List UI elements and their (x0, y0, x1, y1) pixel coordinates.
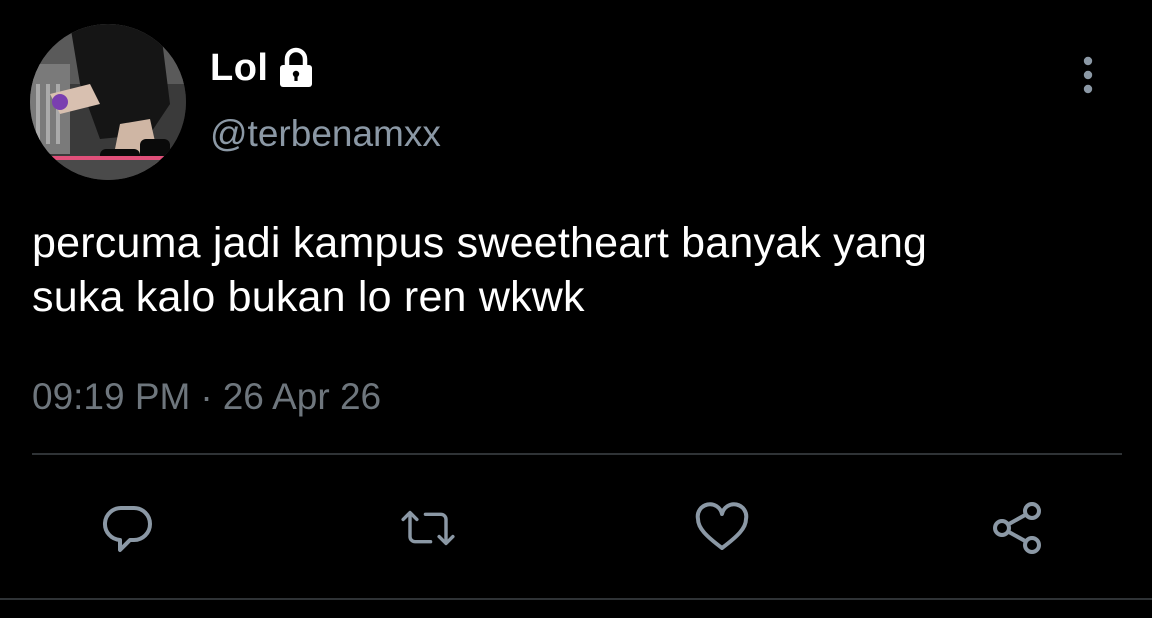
avatar[interactable] (30, 24, 186, 180)
tweet-time: 09:19 PM (32, 376, 191, 417)
tweet-text: percuma jadi kampus sweetheart banyak ya… (32, 219, 928, 321)
retweet-button[interactable] (398, 500, 458, 556)
retweet-icon (401, 510, 455, 546)
display-name[interactable]: Lol (210, 44, 268, 92)
more-vertical-icon (1083, 56, 1093, 94)
share-icon (993, 502, 1041, 554)
tweet-card: Lol @terbenamxx percuma jadi kampus swee… (0, 0, 1152, 618)
display-name-row: Lol (210, 44, 316, 92)
like-icon (695, 502, 749, 550)
lock-icon (276, 46, 316, 90)
reply-icon (103, 505, 152, 552)
like-button[interactable] (692, 500, 752, 556)
share-button[interactable] (988, 500, 1048, 556)
user-handle[interactable]: @terbenamxx (210, 112, 441, 156)
divider (32, 453, 1122, 455)
timestamp[interactable]: 09:19 PM · 26 Apr 26 (32, 372, 381, 422)
timestamp-separator: · (200, 376, 213, 417)
tweet-date: 26 Apr 26 (222, 376, 382, 417)
profile-photo-icon (30, 24, 186, 180)
reply-button[interactable] (98, 500, 158, 556)
more-options-button[interactable] (1066, 50, 1110, 100)
bottom-divider (0, 598, 1152, 600)
